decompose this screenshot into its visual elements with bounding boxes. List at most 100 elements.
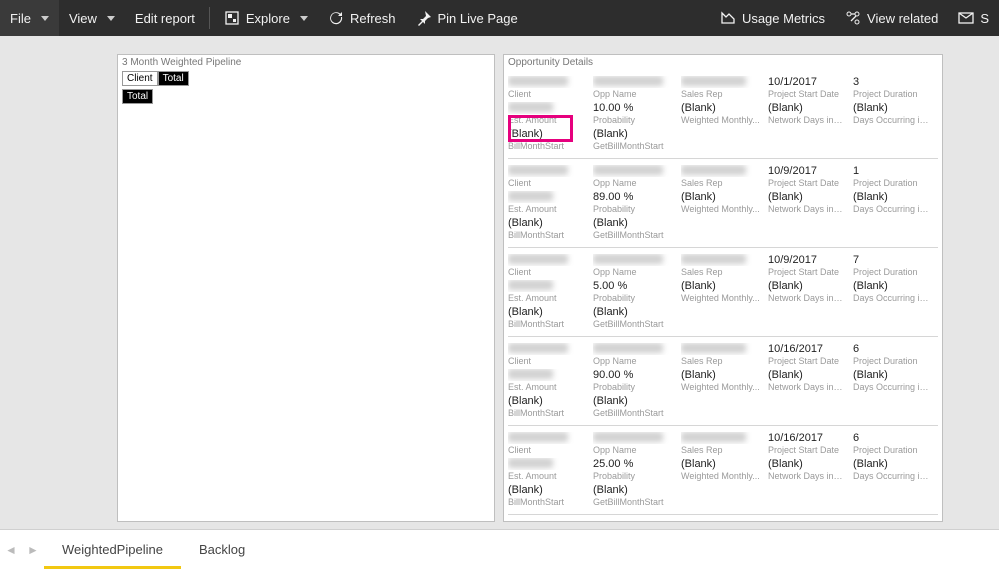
start-value: 10/1/2017: [768, 76, 845, 88]
dur-value: 1: [853, 165, 930, 177]
client-label: Client: [508, 178, 585, 188]
refresh-button[interactable]: Refresh: [318, 0, 406, 36]
rep-value: x: [681, 254, 760, 266]
opp-label: Opp Name: [593, 267, 673, 277]
tab-weighted-pipeline[interactable]: WeightedPipeline: [44, 530, 181, 569]
pin-button[interactable]: Pin Live Page: [406, 0, 528, 36]
client-value: x: [508, 254, 585, 266]
tab-next[interactable]: ►: [22, 530, 44, 569]
wm-value: (Blank): [681, 191, 760, 203]
pipeline-col-total: Total: [158, 71, 189, 86]
do-label: Days Occurring in Mo...: [853, 204, 930, 214]
detail-card: xClientxOpp NamexSales Rep10/16/2017Proj…: [508, 337, 938, 426]
dur-label: Project Duration: [853, 89, 930, 99]
rep-value: x: [681, 343, 760, 355]
start-label: Project Start Date: [768, 89, 845, 99]
gbms-value: (Blank): [593, 306, 673, 318]
client-value: x: [508, 343, 585, 355]
wm-label: Weighted Monthly...: [681, 382, 760, 392]
related-label: View related: [867, 11, 938, 26]
opp-label: Opp Name: [593, 445, 673, 455]
start-label: Project Start Date: [768, 445, 845, 455]
start-label: Project Start Date: [768, 178, 845, 188]
page-tabs: ◄ ► WeightedPipeline Backlog: [0, 529, 999, 569]
gbms-label: GetBillMonthStart: [593, 319, 673, 329]
refresh-icon: [328, 10, 344, 26]
start-value: 10/16/2017: [768, 432, 845, 444]
opp-value: x: [593, 432, 673, 444]
file-menu[interactable]: File: [0, 0, 59, 36]
amt-value: x: [508, 191, 585, 203]
edit-report-button[interactable]: Edit report: [125, 0, 205, 36]
start-value: 10/9/2017: [768, 254, 845, 266]
dur-label: Project Duration: [853, 356, 930, 366]
gbms-value: (Blank): [593, 395, 673, 407]
tab1-label: WeightedPipeline: [62, 542, 163, 557]
amt-label: Est. Amount: [508, 382, 585, 392]
view-menu[interactable]: View: [59, 0, 125, 36]
wm-label: Weighted Monthly...: [681, 204, 760, 214]
edit-report-label: Edit report: [135, 11, 195, 26]
rep-label: Sales Rep: [681, 178, 760, 188]
do-label: Days Occurring in Mo...: [853, 471, 930, 481]
pipeline-matrix: ClientTotal Total: [118, 68, 494, 104]
mail-icon: [958, 10, 974, 26]
tab-backlog[interactable]: Backlog: [181, 530, 263, 569]
pin-icon: [416, 10, 432, 26]
usage-metrics-button[interactable]: Usage Metrics: [710, 0, 835, 36]
opp-value: x: [593, 165, 673, 177]
client-label: Client: [508, 445, 585, 455]
dur-value: 6: [853, 343, 930, 355]
pipeline-col-client: Client: [122, 71, 158, 86]
gbms-value: (Blank): [593, 217, 673, 229]
report-page: 3 Month Weighted Pipeline ClientTotal To…: [117, 54, 943, 529]
opp-label: Opp Name: [593, 356, 673, 366]
pipeline-visual[interactable]: 3 Month Weighted Pipeline ClientTotal To…: [117, 54, 495, 522]
start-value: 10/16/2017: [768, 343, 845, 355]
client-value: x: [508, 432, 585, 444]
nd-label: Network Days in P...: [768, 115, 845, 125]
pin-label: Pin Live Page: [438, 11, 518, 26]
view-related-button[interactable]: View related: [835, 0, 948, 36]
amt-label: Est. Amount: [508, 115, 585, 125]
do-value: (Blank): [853, 191, 930, 203]
rep-label: Sales Rep: [681, 267, 760, 277]
client-label: Client: [508, 356, 585, 366]
start-value: 10/9/2017: [768, 165, 845, 177]
do-value: (Blank): [853, 280, 930, 292]
detail-card: xClientxOpp NamexSales Rep10/1/2017Proje…: [508, 70, 938, 159]
opp-label: Opp Name: [593, 89, 673, 99]
nd-value: (Blank): [768, 369, 845, 381]
chart-icon: [720, 10, 736, 26]
start-label: Project Start Date: [768, 267, 845, 277]
wm-value: (Blank): [681, 458, 760, 470]
bms-label: BillMonthStart: [508, 141, 585, 151]
wm-label: Weighted Monthly...: [681, 293, 760, 303]
wm-label: Weighted Monthly...: [681, 115, 760, 125]
tab-prev[interactable]: ◄: [0, 530, 22, 569]
gbms-value: (Blank): [593, 484, 673, 496]
bms-label: BillMonthStart: [508, 408, 585, 418]
amt-value: x: [508, 458, 585, 470]
start-label: Project Start Date: [768, 356, 845, 366]
dur-label: Project Duration: [853, 267, 930, 277]
file-label: File: [10, 11, 31, 26]
detail-card: xClientxOpp NamexSales Rep10/16/2017Proj…: [508, 426, 938, 515]
nd-label: Network Days in P...: [768, 293, 845, 303]
subscribe-button[interactable]: S: [948, 0, 999, 36]
do-label: Days Occurring in Mo...: [853, 293, 930, 303]
nd-value: (Blank): [768, 458, 845, 470]
explore-icon: [224, 10, 240, 26]
do-value: (Blank): [853, 102, 930, 114]
rep-label: Sales Rep: [681, 89, 760, 99]
wm-label: Weighted Monthly...: [681, 471, 760, 481]
bms-value: (Blank): [508, 128, 585, 140]
wm-value: (Blank): [681, 280, 760, 292]
report-canvas: 3 Month Weighted Pipeline ClientTotal To…: [0, 36, 999, 529]
gbms-label: GetBillMonthStart: [593, 230, 673, 240]
view-label: View: [69, 11, 97, 26]
explore-menu[interactable]: Explore: [214, 0, 318, 36]
amt-label: Est. Amount: [508, 293, 585, 303]
wm-value: (Blank): [681, 369, 760, 381]
details-visual[interactable]: Opportunity Details xClientxOpp NamexSal…: [503, 54, 943, 522]
